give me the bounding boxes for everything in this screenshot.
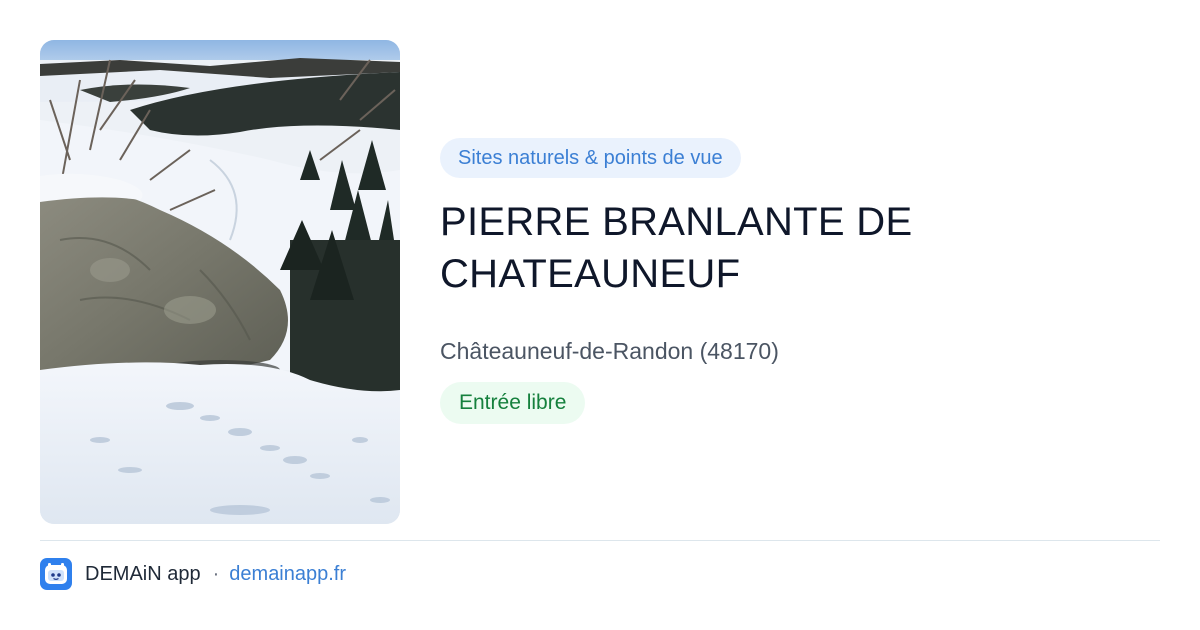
demain-logo-icon bbox=[40, 558, 72, 590]
footer: DEMAiN app · demainapp.fr bbox=[40, 558, 346, 590]
place-photo bbox=[40, 40, 400, 524]
price-badge: Entrée libre bbox=[440, 382, 586, 424]
app-name: DEMAiN app bbox=[85, 562, 201, 585]
divider bbox=[40, 540, 1160, 541]
footer-separator: · bbox=[212, 562, 220, 585]
place-title: PIERRE BRANLANTE DE CHATEAUNEUF bbox=[440, 200, 913, 296]
preview-card: Sites naturels & points de vue PIERRE BR… bbox=[0, 0, 1200, 630]
category-badge[interactable]: Sites naturels & points de vue bbox=[440, 138, 741, 178]
snowy-rock-image bbox=[40, 40, 400, 524]
place-info: Sites naturels & points de vue PIERRE BR… bbox=[440, 138, 1160, 424]
app-website-link[interactable]: demainapp.fr bbox=[229, 563, 346, 586]
place-location: Châteauneuf-de-Randon (48170) bbox=[440, 338, 779, 364]
